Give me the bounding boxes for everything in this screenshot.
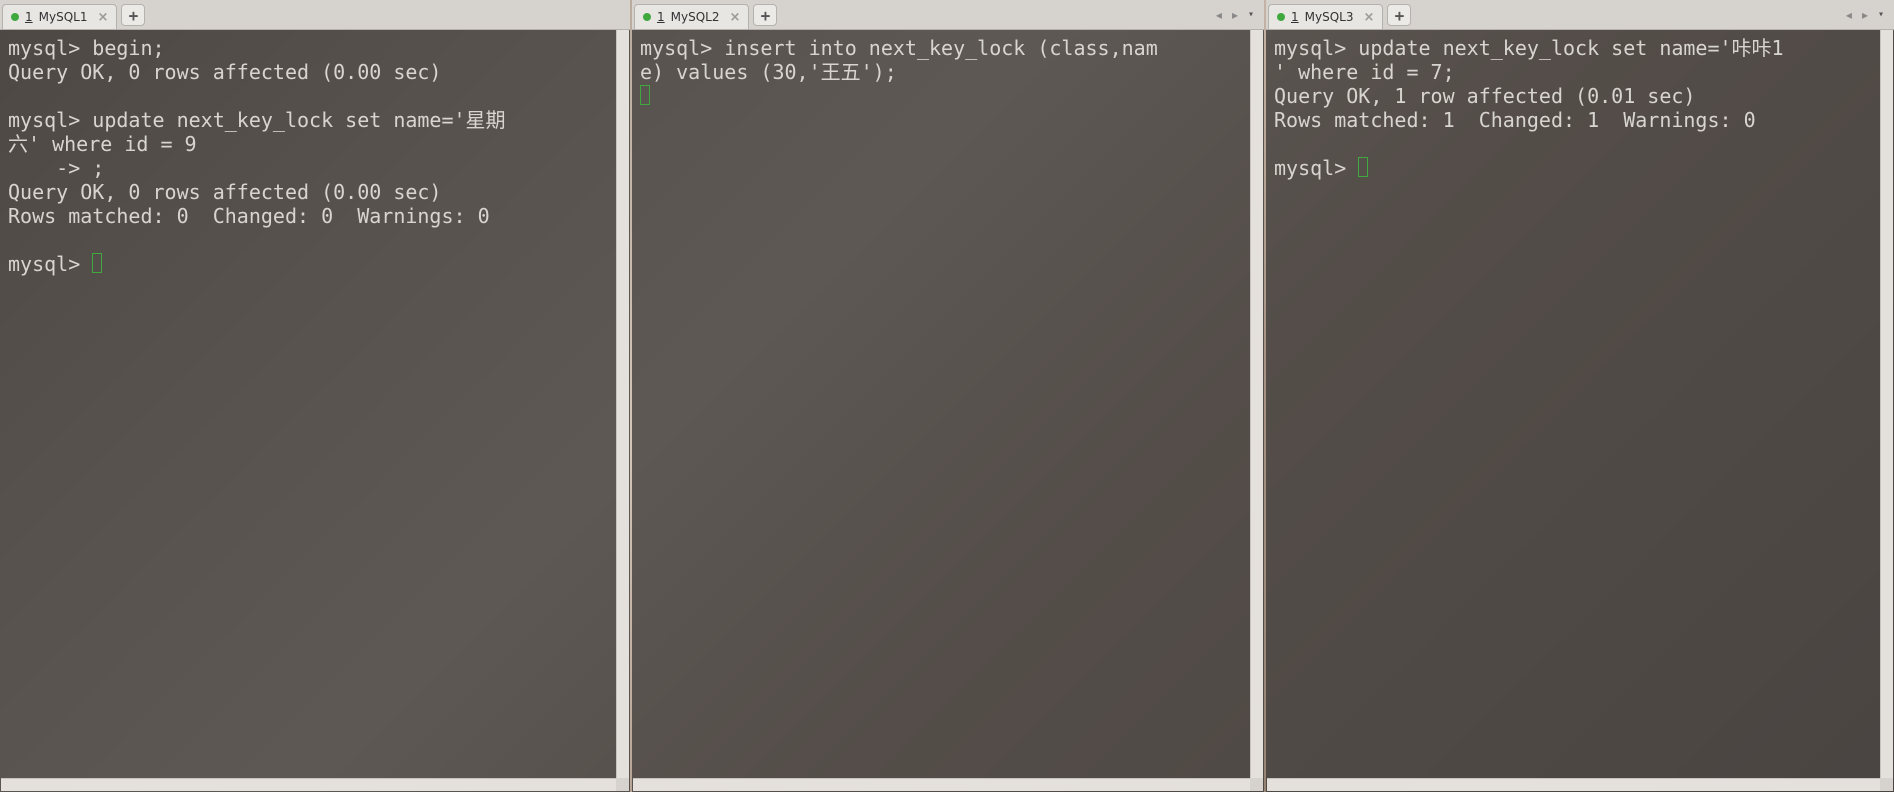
scroll-corner xyxy=(1880,778,1893,791)
nav-buttons: ◂ ▸ ▾ xyxy=(1212,0,1264,29)
tab-mysql2[interactable]: 1 MySQL2 × xyxy=(634,4,749,29)
tab-label: MySQL1 xyxy=(39,10,88,24)
chevron-down-icon[interactable]: ▾ xyxy=(1244,7,1258,22)
scroll-corner xyxy=(616,778,629,791)
tab-number: 1 xyxy=(657,10,665,24)
terminal-text: mysql> insert into next_key_lock (class,… xyxy=(640,36,1158,84)
chevron-down-icon[interactable]: ▾ xyxy=(1874,7,1888,22)
nav-prev-icon[interactable]: ◂ xyxy=(1212,6,1226,24)
new-tab-button[interactable]: + xyxy=(121,4,145,26)
terminal-text: mysql> begin; Query OK, 0 rows affected … xyxy=(8,36,506,276)
terminal-pane-1: 1 MySQL1 × + mysql> begin; Query OK, 0 r… xyxy=(0,0,630,792)
scrollbar-vertical[interactable] xyxy=(1880,30,1893,778)
terminal-pane-2: 1 MySQL2 × + ◂ ▸ ▾ mysql> insert into ne… xyxy=(632,0,1264,792)
terminal-pane-3: 1 MySQL3 × + ◂ ▸ ▾ mysql> update next_ke… xyxy=(1266,0,1894,792)
tab-bar-1: 1 MySQL1 × + xyxy=(0,0,630,30)
nav-next-icon[interactable]: ▸ xyxy=(1228,6,1242,24)
new-tab-button[interactable]: + xyxy=(1387,4,1411,26)
status-dot-icon xyxy=(11,13,19,21)
terminal-output-2[interactable]: mysql> insert into next_key_lock (class,… xyxy=(632,30,1264,792)
status-dot-icon xyxy=(643,13,651,21)
tab-number: 1 xyxy=(25,10,33,24)
scrollbar-vertical[interactable] xyxy=(616,30,629,778)
nav-buttons: ◂ ▸ ▾ xyxy=(1842,0,1894,29)
cursor-icon xyxy=(640,85,650,105)
close-icon[interactable]: × xyxy=(729,10,740,25)
scroll-corner xyxy=(1250,778,1263,791)
tab-mysql1[interactable]: 1 MySQL1 × xyxy=(2,4,117,29)
nav-prev-icon[interactable]: ◂ xyxy=(1842,6,1856,24)
scrollbar-horizontal[interactable] xyxy=(1,778,616,791)
status-dot-icon xyxy=(1277,13,1285,21)
scrollbar-horizontal[interactable] xyxy=(633,778,1250,791)
nav-next-icon[interactable]: ▸ xyxy=(1858,6,1872,24)
tab-mysql3[interactable]: 1 MySQL3 × xyxy=(1268,4,1383,29)
cursor-icon xyxy=(1358,157,1368,177)
tab-bar-3: 1 MySQL3 × + ◂ ▸ ▾ xyxy=(1266,0,1894,30)
close-icon[interactable]: × xyxy=(97,10,108,25)
tab-number: 1 xyxy=(1291,10,1299,24)
tab-label: MySQL2 xyxy=(671,10,720,24)
cursor-icon xyxy=(92,253,102,273)
tab-bar-2: 1 MySQL2 × + ◂ ▸ ▾ xyxy=(632,0,1264,30)
scrollbar-horizontal[interactable] xyxy=(1267,778,1880,791)
close-icon[interactable]: × xyxy=(1363,10,1374,25)
terminal-output-3[interactable]: mysql> update next_key_lock set name='咔咔… xyxy=(1266,30,1894,792)
terminal-output-1[interactable]: mysql> begin; Query OK, 0 rows affected … xyxy=(0,30,630,792)
new-tab-button[interactable]: + xyxy=(753,4,777,26)
terminal-text: mysql> update next_key_lock set name='咔咔… xyxy=(1274,36,1784,180)
scrollbar-vertical[interactable] xyxy=(1250,30,1263,778)
tab-label: MySQL3 xyxy=(1305,10,1354,24)
